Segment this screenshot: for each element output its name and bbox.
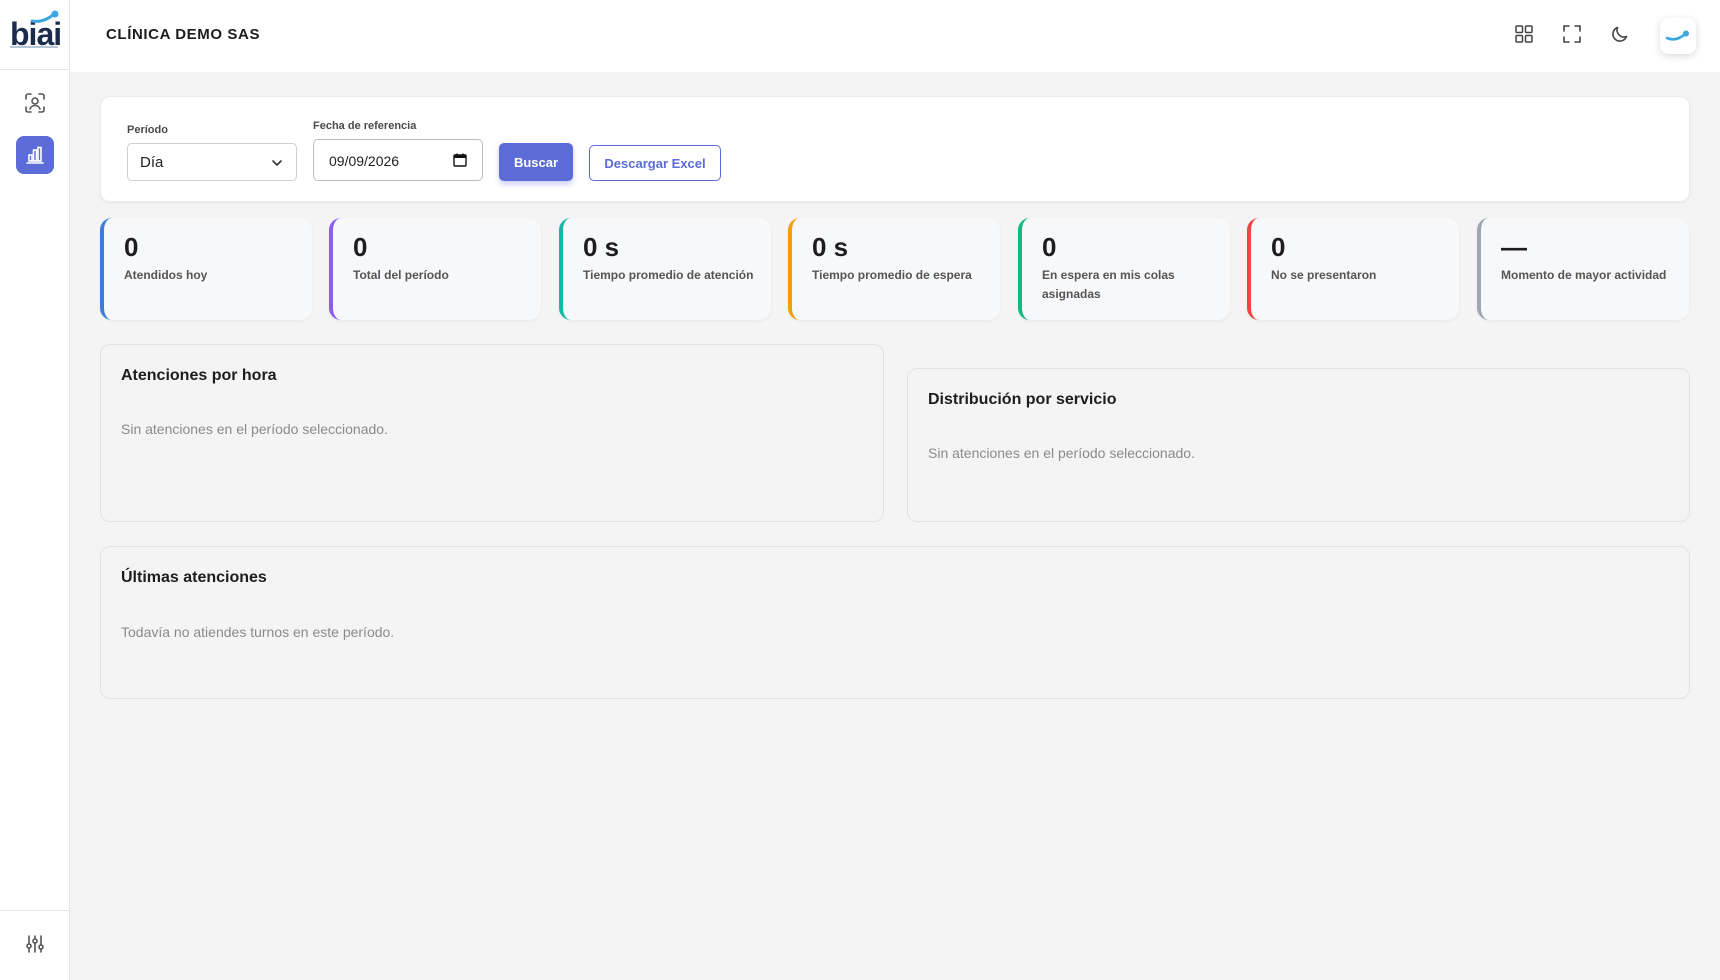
sidebar-item-statistics[interactable] — [16, 136, 54, 174]
calendar-icon[interactable] — [453, 153, 467, 167]
fullscreen-button[interactable] — [1560, 22, 1584, 46]
user-avatar[interactable] — [1660, 18, 1696, 54]
stat-value: 0 — [124, 232, 139, 262]
stat-label: Atendidos hoy — [124, 268, 208, 282]
chevron-down-icon — [272, 160, 282, 166]
stat-label: Total del período — [353, 268, 449, 282]
stat-value: — — [1501, 232, 1527, 262]
stat-value: 0 s — [583, 232, 620, 262]
panel-title: Distribución por servicio — [928, 391, 1117, 408]
stat-card-waiting-in-queues: 0 En espera en mis colas asignadas — [1018, 218, 1230, 320]
sidebar-footer — [0, 910, 70, 980]
logo[interactable]: biai — [0, 0, 70, 70]
grid-icon — [1515, 25, 1533, 43]
logo-swoosh-icon — [30, 10, 59, 23]
empty-message: Sin atenciones en el período seleccionad… — [928, 445, 1195, 461]
logo-tagline — [10, 46, 58, 48]
stat-card-no-shows: 0 No se presentaron — [1247, 218, 1459, 320]
empty-message: Sin atenciones en el período seleccionad… — [121, 421, 388, 437]
stat-label: No se presentaron — [1271, 268, 1377, 282]
stat-value: 0 — [1042, 232, 1057, 262]
top-header: CLÍNICA DEMO SAS — [70, 0, 1720, 72]
stat-card-avg-wait-time: 0 s Tiempo promedio de espera — [788, 218, 1000, 320]
filters-card: Período Día Fecha de referencia 09/09/20… — [100, 96, 1690, 202]
hourly-attentions-panel: Atenciones por hora Sin atenciones en el… — [100, 344, 884, 522]
stat-card-avg-attention-time: 0 s Tiempo promedio de atención — [559, 218, 771, 320]
face-scan-icon — [25, 93, 45, 113]
fullscreen-icon — [1563, 25, 1581, 43]
period-select[interactable]: Día — [127, 143, 297, 181]
stat-label: Tiempo promedio de espera — [812, 268, 972, 282]
bar-chart-icon — [26, 146, 44, 164]
stat-value: 0 s — [812, 232, 849, 262]
panel-title: Últimas atenciones — [121, 569, 267, 586]
sidebar: biai — [0, 0, 70, 980]
stat-label: En espera en mis colas asignadas — [1042, 268, 1175, 301]
sidebar-item-face-scan[interactable] — [16, 84, 54, 122]
avatar-logo-icon — [1665, 30, 1689, 41]
stat-card-period-total: 0 Total del período — [329, 218, 541, 320]
stat-card-attended-today: 0 Atendidos hoy — [100, 218, 312, 320]
search-button[interactable]: Buscar — [499, 143, 573, 181]
moon-icon — [1612, 26, 1628, 42]
service-distribution-panel: Distribución por servicio Sin atenciones… — [907, 368, 1690, 522]
latest-attentions-panel: Últimas atenciones Todavía no atiendes t… — [100, 546, 1690, 699]
stat-card-peak-activity: — Momento de mayor actividad — [1477, 218, 1689, 320]
dark-mode-toggle[interactable] — [1608, 22, 1632, 46]
stat-label: Tiempo promedio de atención — [583, 268, 754, 282]
reference-date-label: Fecha de referencia — [313, 120, 417, 132]
apps-button[interactable] — [1512, 22, 1536, 46]
reference-date-input[interactable]: 09/09/2026 — [313, 139, 483, 181]
stat-value: 0 — [353, 232, 368, 262]
download-excel-button[interactable]: Descargar Excel — [589, 145, 721, 181]
period-select-value: Día — [140, 154, 164, 171]
settings-button[interactable] — [16, 925, 54, 963]
stat-value: 0 — [1271, 232, 1286, 262]
empty-message: Todavía no atiendes turnos en este perío… — [121, 624, 395, 640]
stat-label: Momento de mayor actividad — [1501, 268, 1667, 282]
reference-date-value: 09/09/2026 — [329, 153, 400, 169]
period-label: Período — [127, 124, 168, 136]
panel-title: Atenciones por hora — [121, 367, 277, 384]
sliders-icon — [26, 935, 44, 953]
organization-title: CLÍNICA DEMO SAS — [106, 26, 261, 43]
